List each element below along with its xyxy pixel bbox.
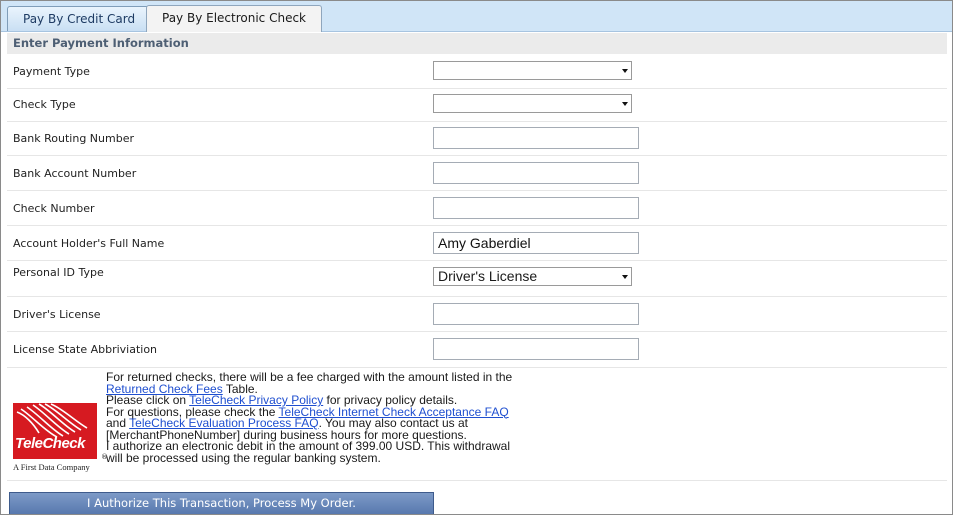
license-state-label: License State Abbriviation: [13, 343, 158, 356]
section-title: Enter Payment Information: [7, 33, 947, 54]
row-account-number: Bank Account Number: [7, 156, 947, 191]
row-drivers-license: Driver's License: [7, 297, 947, 332]
telecheck-check-mark-icon: [16, 403, 88, 438]
payment-type-label: Payment Type: [13, 65, 90, 78]
drivers-license-input[interactable]: [433, 303, 639, 325]
full-name-label: Account Holder's Full Name: [13, 237, 165, 250]
drivers-license-label: Driver's License: [13, 308, 101, 321]
routing-number-input[interactable]: [433, 127, 639, 149]
row-id-type: Personal ID Type Driver's License: [7, 261, 947, 297]
routing-number-label: Bank Routing Number: [13, 132, 134, 145]
telecheck-notice: TeleCheck ® A First Data Company For ret…: [7, 368, 947, 481]
tab-pay-by-electronic-check[interactable]: Pay By Electronic Check: [146, 5, 322, 32]
row-full-name: Account Holder's Full Name: [7, 226, 947, 261]
id-type-value: Driver's License: [438, 268, 538, 284]
questions-paragraph: For questions, please check the TeleChec…: [106, 404, 509, 442]
row-check-type: Check Type: [7, 89, 947, 122]
logo-subtitle: A First Data Company: [13, 462, 90, 472]
returned-checks-paragraph: For returned checks, there will be a fee…: [106, 370, 513, 396]
notice-text: For returned checks, there will be a fee…: [106, 370, 516, 465]
account-number-label: Bank Account Number: [13, 167, 137, 180]
telecheck-logo: TeleCheck ®: [13, 403, 108, 461]
license-state-input[interactable]: [433, 338, 639, 360]
dropdown-arrow-icon: [622, 275, 628, 279]
authorize-submit-button[interactable]: I Authorize This Transaction, Process My…: [9, 492, 434, 514]
dropdown-arrow-icon: [622, 102, 628, 106]
row-license-state: License State Abbriviation: [7, 332, 947, 368]
payment-panel: Pay By Credit Card Pay By Electronic Che…: [0, 0, 953, 515]
check-number-input[interactable]: [433, 197, 639, 219]
id-type-label: Personal ID Type: [13, 266, 104, 279]
dropdown-arrow-icon: [622, 69, 628, 73]
id-type-select[interactable]: Driver's License: [433, 267, 632, 286]
logo-wordmark: TeleCheck: [15, 435, 85, 452]
row-payment-type: Payment Type: [7, 56, 947, 89]
row-routing-number: Bank Routing Number: [7, 122, 947, 156]
check-type-select[interactable]: [433, 94, 632, 113]
authorization-paragraph: I authorize an electronic debit in the a…: [106, 439, 511, 465]
check-type-label: Check Type: [13, 98, 76, 111]
tab-strip: Pay By Credit Card Pay By Electronic Che…: [1, 1, 952, 32]
account-number-input[interactable]: [433, 162, 639, 184]
full-name-input[interactable]: [433, 232, 639, 254]
row-check-number: Check Number: [7, 191, 947, 226]
tab-pay-by-credit-card[interactable]: Pay By Credit Card: [7, 6, 152, 31]
check-number-label: Check Number: [13, 202, 95, 215]
payment-type-select[interactable]: [433, 61, 632, 80]
